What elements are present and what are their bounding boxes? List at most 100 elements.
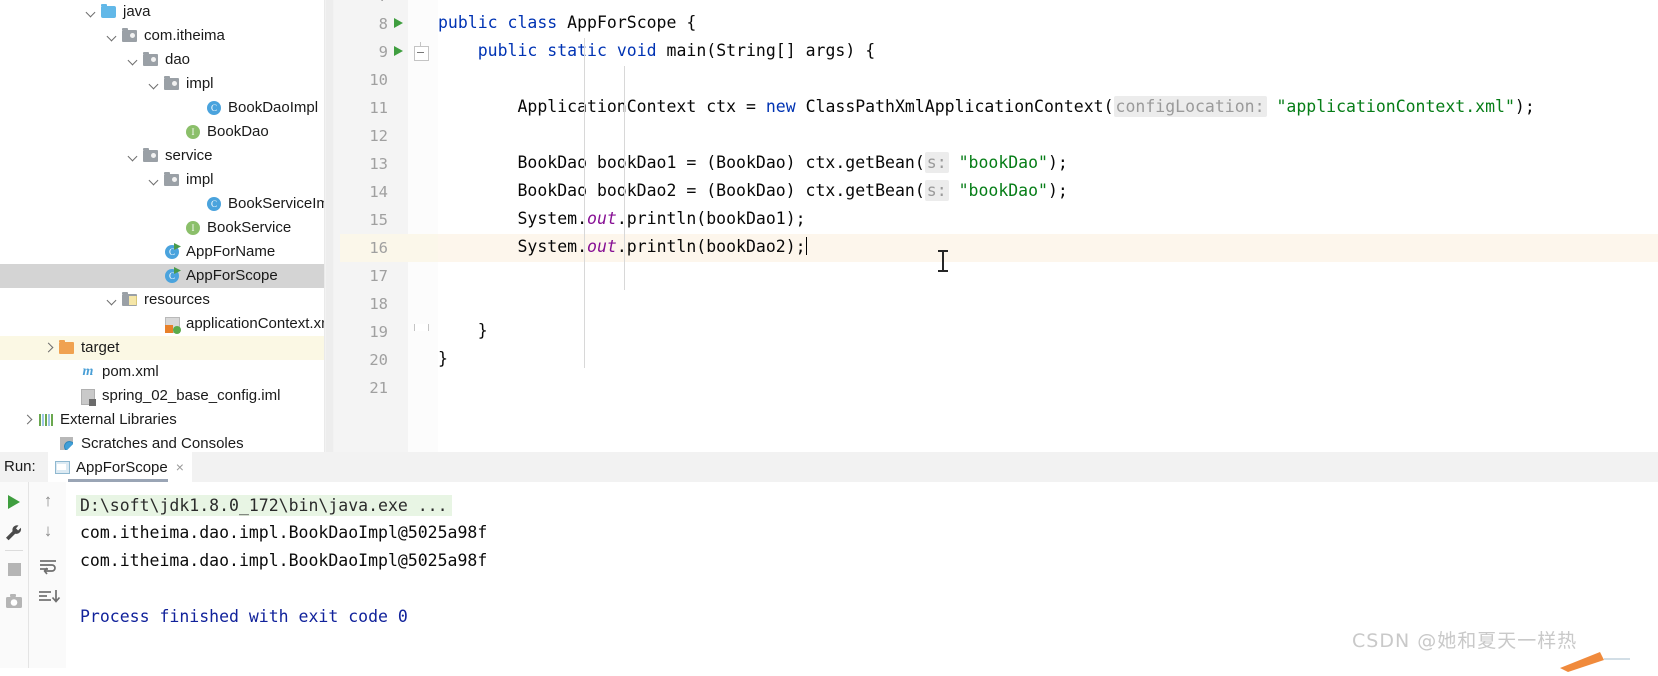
run-toolbar-secondary[interactable]: ↑ ↓	[28, 482, 67, 668]
chevron-down-icon[interactable]	[147, 173, 161, 187]
chevron-down-icon[interactable]	[126, 149, 140, 163]
code-line[interactable]: }	[438, 349, 448, 368]
tree-item-pom-xml[interactable]: m pom.xml	[0, 360, 334, 384]
tree-item-label: AppForScope	[186, 267, 278, 284]
chevron-down-icon[interactable]	[105, 293, 119, 307]
chevron-down-icon[interactable]	[147, 77, 161, 91]
chevron-down-icon[interactable]	[126, 53, 140, 67]
code-token: out	[587, 209, 617, 228]
line-number: 19	[369, 323, 388, 341]
tree-item-scratches-and-consoles[interactable]: Scratches and Consoles	[0, 432, 334, 452]
code-token: System.	[438, 209, 588, 228]
tree-item-external-libraries[interactable]: External Libraries	[0, 408, 334, 432]
indent-guide	[584, 38, 585, 368]
code-line[interactable]: System.out.println(bookDao2);	[438, 237, 808, 256]
project-tool-window[interactable]: java com.itheima dao impl C BookDaoImpl I BookD…	[0, 0, 334, 452]
tree-item-dao[interactable]: dao	[0, 48, 334, 72]
java-runnable-class-icon: C	[163, 267, 181, 284]
code-token: .println(bookDao1);	[616, 209, 806, 228]
tree-item-bookdao[interactable]: I BookDao	[0, 120, 334, 144]
code-token: .println(bookDao2);	[616, 237, 806, 256]
line-number: 20	[369, 351, 388, 369]
run-tab-appforscope[interactable]: AppForScope ×	[48, 452, 192, 482]
tree-item-label: BookDao	[207, 123, 269, 140]
tree-item-com-itheima[interactable]: com.itheima	[0, 24, 334, 48]
package-folder-icon	[142, 52, 160, 68]
java-class-icon: C	[205, 196, 223, 212]
chevron-down-icon[interactable]	[105, 29, 119, 43]
tree-item-appforname[interactable]: C AppForName	[0, 240, 334, 264]
code-token: "applicationContext.xml"	[1276, 97, 1515, 116]
code-token: s:	[924, 180, 949, 201]
line-number: 7	[348, 0, 388, 5]
close-icon[interactable]: ×	[176, 459, 184, 475]
tree-item-bookservice[interactable]: I BookService	[0, 216, 334, 240]
code-fold-end-icon[interactable]	[414, 324, 429, 331]
code-line[interactable]: public static void main(String[] args) {	[438, 41, 875, 60]
code-line[interactable]: BookDao bookDao2 = (BookDao) ctx.getBean…	[438, 180, 1068, 201]
iml-file-icon	[79, 388, 97, 406]
arrow-up-icon[interactable]: ↑	[29, 486, 67, 516]
tree-item-target[interactable]: target	[0, 336, 334, 360]
editor-text-area[interactable]: public class AppForScope { public static…	[438, 0, 1658, 452]
code-token: );	[1514, 97, 1535, 116]
package-folder-icon	[163, 172, 181, 188]
code-line[interactable]: }	[438, 321, 488, 340]
camera-icon[interactable]	[0, 586, 28, 616]
tree-item-impl[interactable]: impl	[0, 72, 334, 96]
tree-item-impl[interactable]: impl	[0, 168, 334, 192]
code-token: main	[666, 41, 707, 60]
editor-fold-column[interactable]	[408, 0, 438, 452]
run-gutter-icon[interactable]	[394, 46, 406, 58]
code-token: static	[547, 41, 617, 60]
tree-item-bookserviceimpl[interactable]: C BookServiceImpl	[0, 192, 334, 216]
tree-item-appforscope[interactable]: C AppForScope	[0, 264, 334, 288]
chevron-down-icon[interactable]	[84, 5, 98, 19]
chevron-right-icon[interactable]	[42, 341, 56, 355]
tree-item-resources[interactable]: resources	[0, 288, 334, 312]
java-runnable-class-icon: C	[163, 243, 181, 260]
soft-wrap-icon[interactable]	[29, 550, 67, 580]
java-class-icon: C	[205, 100, 223, 116]
tree-item-spring-02-base-config-iml[interactable]: spring_02_base_config.iml	[0, 384, 334, 408]
code-line[interactable]: public class AppForScope {	[438, 13, 696, 32]
run-toolbar-primary[interactable]	[0, 482, 28, 668]
code-line[interactable]: BookDao bookDao1 = (BookDao) ctx.getBean…	[438, 152, 1068, 173]
line-number: 9	[378, 43, 388, 61]
tree-item-bookdaoimpl[interactable]: C BookDaoImpl	[0, 96, 334, 120]
csdn-watermark: CSDN @她和夏天一样热	[1352, 630, 1578, 652]
tree-item-label: resources	[144, 291, 210, 308]
run-gutter-icon[interactable]	[394, 18, 406, 30]
rerun-icon[interactable]	[0, 486, 28, 516]
tree-item-service[interactable]: service	[0, 144, 334, 168]
settings-wrench-icon[interactable]	[0, 518, 28, 548]
tree-item-label: External Libraries	[60, 411, 177, 428]
arrow-down-icon[interactable]: ↓	[29, 516, 67, 546]
project-tree-scrollbar[interactable]	[324, 0, 334, 452]
console-line: com.itheima.dao.impl.BookDaoImpl@5025a98…	[80, 523, 488, 542]
console-line: com.itheima.dao.impl.BookDaoImpl@5025a98…	[80, 551, 488, 570]
tree-item-java[interactable]: java	[0, 0, 334, 24]
package-folder-icon	[142, 148, 160, 164]
scrollbar-thumb[interactable]	[326, 0, 333, 452]
scroll-to-end-icon[interactable]	[29, 582, 67, 612]
libraries-icon	[37, 412, 55, 428]
code-token: AppForScope {	[567, 13, 697, 32]
chevron-right-icon[interactable]	[21, 413, 35, 427]
tree-item-label: impl	[186, 171, 214, 188]
console-tab-icon	[54, 460, 70, 474]
tree-item-applicationcontext-xml[interactable]: applicationContext.xml	[0, 312, 334, 336]
code-line[interactable]: ApplicationContext ctx = new ClassPathXm…	[438, 96, 1535, 117]
code-line[interactable]: System.out.println(bookDao1);	[438, 209, 806, 228]
code-fold-icon[interactable]	[414, 42, 429, 61]
maven-pom-icon: m	[82, 364, 94, 379]
stop-icon[interactable]	[0, 554, 28, 584]
code-editor[interactable]: public class AppForScope { public static…	[334, 0, 1658, 452]
